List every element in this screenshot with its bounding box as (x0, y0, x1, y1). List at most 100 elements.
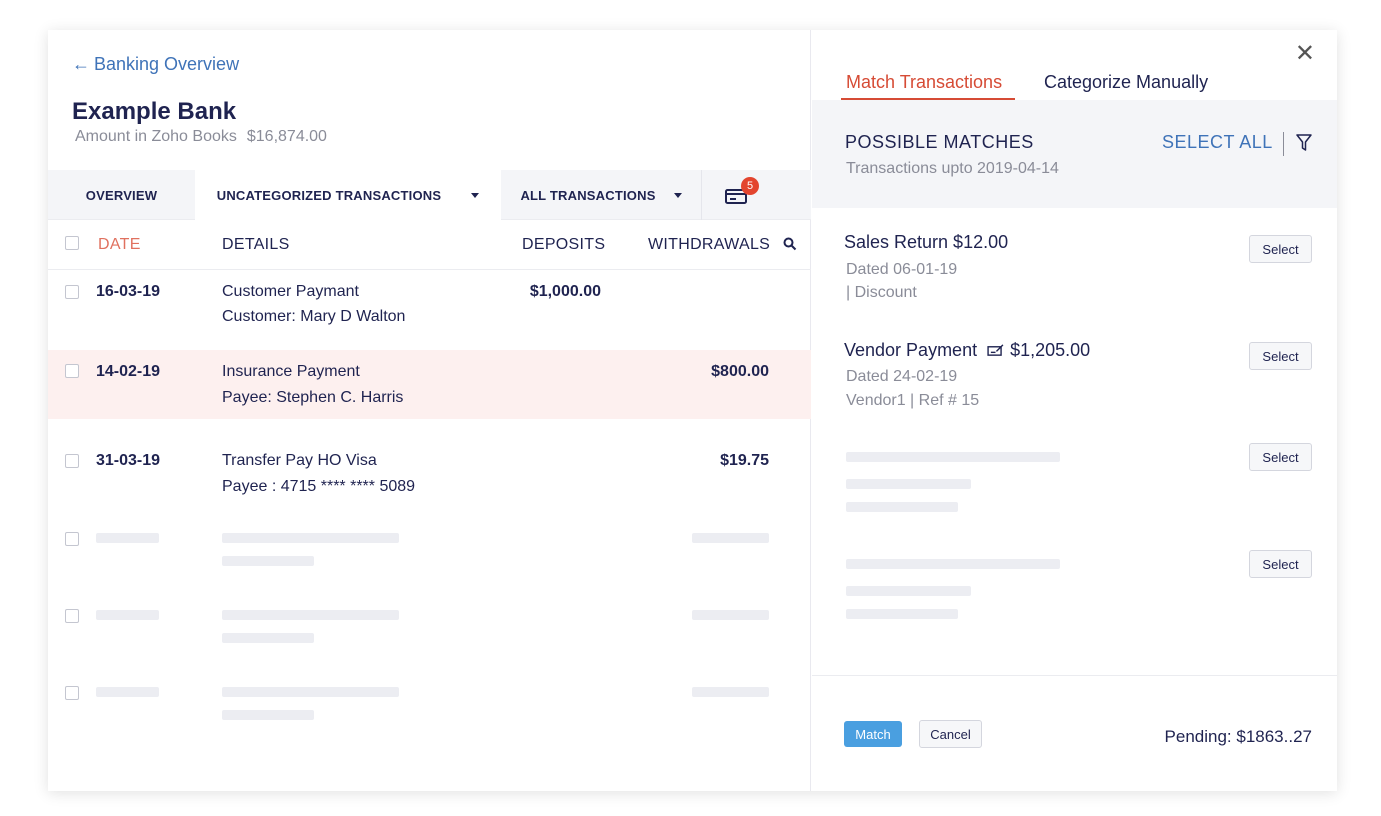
skeleton-bar (846, 609, 958, 619)
table-row[interactable]: 14-02-19 Insurance Payment Payee: Stephe… (48, 350, 811, 419)
skeleton-bar (692, 610, 769, 620)
tab-match-transactions[interactable]: Match Transactions (846, 72, 1002, 93)
placeholder-match-item: Select (812, 549, 1337, 629)
skeleton-bar (692, 533, 769, 543)
possible-matches-subtitle: Transactions upto 2019-04-14 (846, 160, 1059, 177)
row-details-line1: Customer Paymant (222, 283, 359, 300)
row-date: 31-03-19 (96, 452, 161, 469)
match-panel: ✕ Match Transactions Categorize Manually… (812, 30, 1337, 791)
column-withdrawals: WITHDRAWALS (648, 236, 771, 253)
amount-label: Amount in Zoho Books (75, 128, 237, 145)
row-date: 14-02-19 (96, 363, 161, 380)
skeleton-bar (222, 533, 399, 543)
feed-count-badge: 5 (741, 177, 759, 195)
skeleton-bar (846, 502, 958, 512)
table-row[interactable]: 31-03-19 Transfer Pay HO Visa Payee : 47… (48, 419, 811, 519)
placeholder-row (48, 684, 811, 744)
select-match-button[interactable]: Select (1249, 550, 1312, 578)
match-title: Sales Return $12.00 (844, 232, 1009, 252)
caret-down-icon (471, 192, 480, 198)
row-details-line2: Payee: Stephen C. Harris (222, 389, 404, 406)
row-checkbox[interactable] (65, 609, 79, 623)
filter-icon[interactable] (1296, 134, 1312, 152)
skeleton-bar (846, 479, 971, 489)
skeleton-bar (846, 452, 1060, 462)
tab-uncategorized-transactions[interactable]: UNCATEGORIZED TRANSACTIONS (195, 170, 501, 220)
match-item[interactable]: Sales Return $12.00 Dated 06-01-19 | Dis… (812, 232, 1337, 312)
row-checkbox[interactable] (65, 454, 79, 468)
column-date[interactable]: DATE (98, 236, 141, 254)
match-title-label: Vendor Payment (844, 340, 978, 360)
transactions-panel: ← Banking Overview Example Bank Amount i… (48, 30, 811, 791)
match-date: Dated 24-02-19 (846, 368, 958, 385)
placeholder-row (48, 607, 811, 667)
match-footer: Match Cancel Pending: $1863..27 (812, 675, 1337, 791)
tab-overview[interactable]: OVERVIEW (48, 170, 195, 220)
cancel-button[interactable]: Cancel (919, 720, 982, 748)
row-details-line2: Customer: Mary D Walton (222, 308, 406, 325)
skeleton-bar (692, 687, 769, 697)
check-payment-icon (987, 344, 1004, 356)
bank-name: Example Bank (72, 98, 237, 125)
select-all-link[interactable]: SELECT ALL (1162, 132, 1273, 153)
possible-matches-title: POSSIBLE MATCHES (845, 132, 1034, 152)
transaction-tabs: OVERVIEW UNCATEGORIZED TRANSACTIONS ALL … (48, 170, 811, 220)
skeleton-bar (96, 533, 159, 543)
skeleton-bar (846, 586, 971, 596)
caret-down-icon (673, 192, 682, 198)
select-all-checkbox[interactable] (65, 236, 79, 250)
column-deposits: DEPOSITS (522, 236, 606, 253)
match-amount: $1,205.00 (1010, 340, 1091, 360)
tab-all-transactions[interactable]: ALL TRANSACTIONS (501, 170, 701, 220)
match-date: Dated 06-01-19 (846, 261, 958, 278)
skeleton-bar (222, 710, 314, 720)
match-title: Vendor Payment $1,205.00 (844, 340, 1090, 361)
skeleton-bar (96, 687, 159, 697)
placeholder-match-item: Select (812, 442, 1337, 522)
row-checkbox[interactable] (65, 686, 79, 700)
transaction-match-modal: ← Banking Overview Example Bank Amount i… (48, 30, 1337, 791)
skeleton-bar (222, 556, 314, 566)
table-header: DATE DETAILS DEPOSITS WITHDRAWALS (48, 221, 811, 270)
column-details: DETAILS (222, 236, 290, 253)
row-withdrawal: $19.75 (720, 452, 769, 469)
tab-categorize-manually[interactable]: Categorize Manually (1044, 72, 1208, 93)
tab-uncategorized-label: UNCATEGORIZED TRANSACTIONS (216, 187, 442, 203)
bank-amount: Amount in Zoho Books $16,874.00 (75, 128, 327, 146)
row-deposit: $1,000.00 (529, 283, 601, 300)
select-match-button[interactable]: Select (1249, 235, 1312, 263)
skeleton-bar (222, 610, 399, 620)
amount-value: $16,874.00 (246, 128, 327, 145)
select-match-button[interactable]: Select (1249, 443, 1312, 471)
skeleton-bar (222, 633, 314, 643)
match-button[interactable]: Match (844, 721, 902, 747)
back-link-label: Banking Overview (94, 54, 240, 74)
match-meta: | Discount (846, 284, 917, 301)
tab-overview-label: OVERVIEW (85, 187, 158, 203)
pending-amount: Pending: $1863..27 (1164, 727, 1312, 746)
tab-divider (701, 170, 702, 220)
table-row[interactable]: 16-03-19 Customer Paymant Customer: Mary… (48, 271, 811, 350)
row-details-line1: Transfer Pay HO Visa (222, 452, 377, 469)
row-details-line1: Insurance Payment (222, 363, 360, 380)
select-match-button[interactable]: Select (1249, 342, 1312, 370)
row-checkbox[interactable] (65, 532, 79, 546)
tab-all-label: ALL TRANSACTIONS (520, 187, 656, 203)
row-withdrawal: $800.00 (711, 363, 769, 380)
placeholder-row (48, 530, 811, 590)
search-icon[interactable] (783, 237, 797, 251)
match-item[interactable]: Vendor Payment $1,205.00 Dated 24-02-19 … (812, 340, 1337, 420)
skeleton-bar (846, 559, 1060, 569)
skeleton-bar (96, 610, 159, 620)
match-meta: Vendor1 | Ref # 15 (846, 392, 980, 409)
row-details-line2: Payee : 4715 **** **** 5089 (222, 478, 416, 495)
close-icon[interactable]: ✕ (1295, 42, 1315, 66)
skeleton-bar (222, 687, 399, 697)
possible-matches-header: POSSIBLE MATCHES Transactions upto 2019-… (812, 100, 1337, 208)
arrow-left-icon: ← (72, 54, 90, 74)
row-checkbox[interactable] (65, 285, 79, 299)
back-to-banking-overview-link[interactable]: ← Banking Overview (72, 54, 239, 75)
header-divider (1283, 132, 1284, 156)
row-checkbox[interactable] (65, 364, 79, 378)
row-date: 16-03-19 (96, 283, 161, 300)
